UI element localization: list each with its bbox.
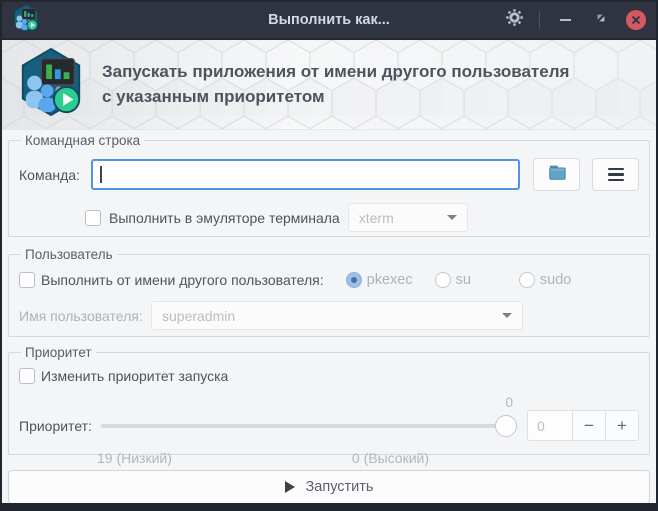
radio-pkexec-label: pkexec — [366, 272, 413, 288]
restore-icon — [595, 11, 607, 29]
command-label: Команда: — [19, 166, 80, 183]
priority-low-label: 19 (Низкий) — [97, 450, 172, 466]
priority-label: Приоритет: — [19, 417, 92, 434]
text-caret — [100, 166, 102, 183]
close-button[interactable] — [626, 10, 646, 30]
app-icon — [12, 3, 40, 38]
titlebar-separator — [539, 11, 540, 29]
spinbox-increment-button[interactable]: + — [606, 410, 639, 441]
app-logo — [16, 46, 86, 123]
options-menu-button[interactable] — [592, 158, 639, 191]
radio-pkexec[interactable]: pkexec — [345, 272, 413, 288]
play-icon — [284, 481, 295, 493]
settings-button[interactable] — [503, 9, 525, 31]
username-label: Имя пользователя: — [19, 307, 143, 324]
folder-icon — [546, 162, 568, 187]
page-title: Запускать приложения от имени другого по… — [102, 61, 570, 106]
minimize-icon — [559, 19, 571, 21]
terminal-checkbox-label: Выполнить в эмуляторе терминала — [109, 209, 340, 226]
restore-button[interactable] — [590, 9, 612, 31]
priority-slider[interactable]: 0 — [101, 395, 517, 437]
minimize-button[interactable] — [554, 9, 576, 31]
radio-su[interactable]: su — [434, 272, 471, 288]
chevron-down-icon — [502, 313, 512, 318]
slider-handle[interactable] — [495, 414, 517, 437]
radio-su-control[interactable] — [434, 272, 451, 288]
slider-track[interactable] — [101, 423, 517, 428]
radio-sudo-label: sudo — [539, 272, 572, 288]
titlebar: Выполнить как... — [2, 2, 656, 40]
spinbox-decrement-button[interactable]: − — [573, 410, 606, 441]
priority-high-label: 0 (Высокий) — [351, 450, 430, 466]
user-group-legend: Пользователь — [25, 247, 113, 262]
run-button[interactable]: Запустить — [8, 470, 650, 503]
terminal-emulator-select[interactable]: xterm — [347, 203, 468, 232]
terminal-checkbox[interactable] — [85, 209, 101, 226]
radio-sudo[interactable]: sudo — [518, 272, 572, 288]
command-line-group: Командная строка Команда: Выполнить в эм… — [8, 133, 650, 237]
header-banner: Запускать приложения от имени другого по… — [2, 40, 656, 130]
radio-sudo-control[interactable] — [518, 272, 535, 288]
username-value: superadmin — [162, 307, 236, 324]
command-input-wrapper — [91, 159, 520, 190]
change-priority-checkbox[interactable] — [19, 368, 35, 384]
spinbox-value[interactable]: 0 — [527, 410, 573, 441]
gear-icon — [505, 8, 524, 32]
priority-spinbox: 0 − + — [527, 410, 639, 441]
run-as-other-user-label: Выполнить от имени другого пользователя: — [41, 272, 324, 288]
run-button-label: Запустить — [305, 479, 374, 495]
run-as-other-user-checkbox[interactable] — [19, 272, 35, 288]
radio-pkexec-control[interactable] — [345, 272, 362, 288]
priority-group: Приоритет Изменить приоритет запуска При… — [8, 345, 650, 466]
chevron-down-icon — [446, 215, 457, 220]
radio-su-label: su — [455, 272, 471, 288]
command-group-legend: Командная строка — [25, 133, 141, 148]
command-input[interactable] — [93, 161, 518, 188]
hamburger-menu-icon — [607, 167, 624, 182]
change-priority-label: Изменить приоритет запуска — [41, 368, 229, 384]
terminal-emulator-value: xterm — [358, 209, 394, 226]
run-as-window: Выполнить как... Запускать приложения от… — [0, 0, 658, 511]
user-group: Пользователь Выполнить от имени другого … — [8, 247, 650, 337]
priority-group-legend: Приоритет — [25, 345, 92, 360]
slider-value-label: 0 — [505, 394, 513, 410]
browse-file-button[interactable] — [533, 158, 580, 191]
username-select[interactable]: superadmin — [151, 301, 523, 330]
